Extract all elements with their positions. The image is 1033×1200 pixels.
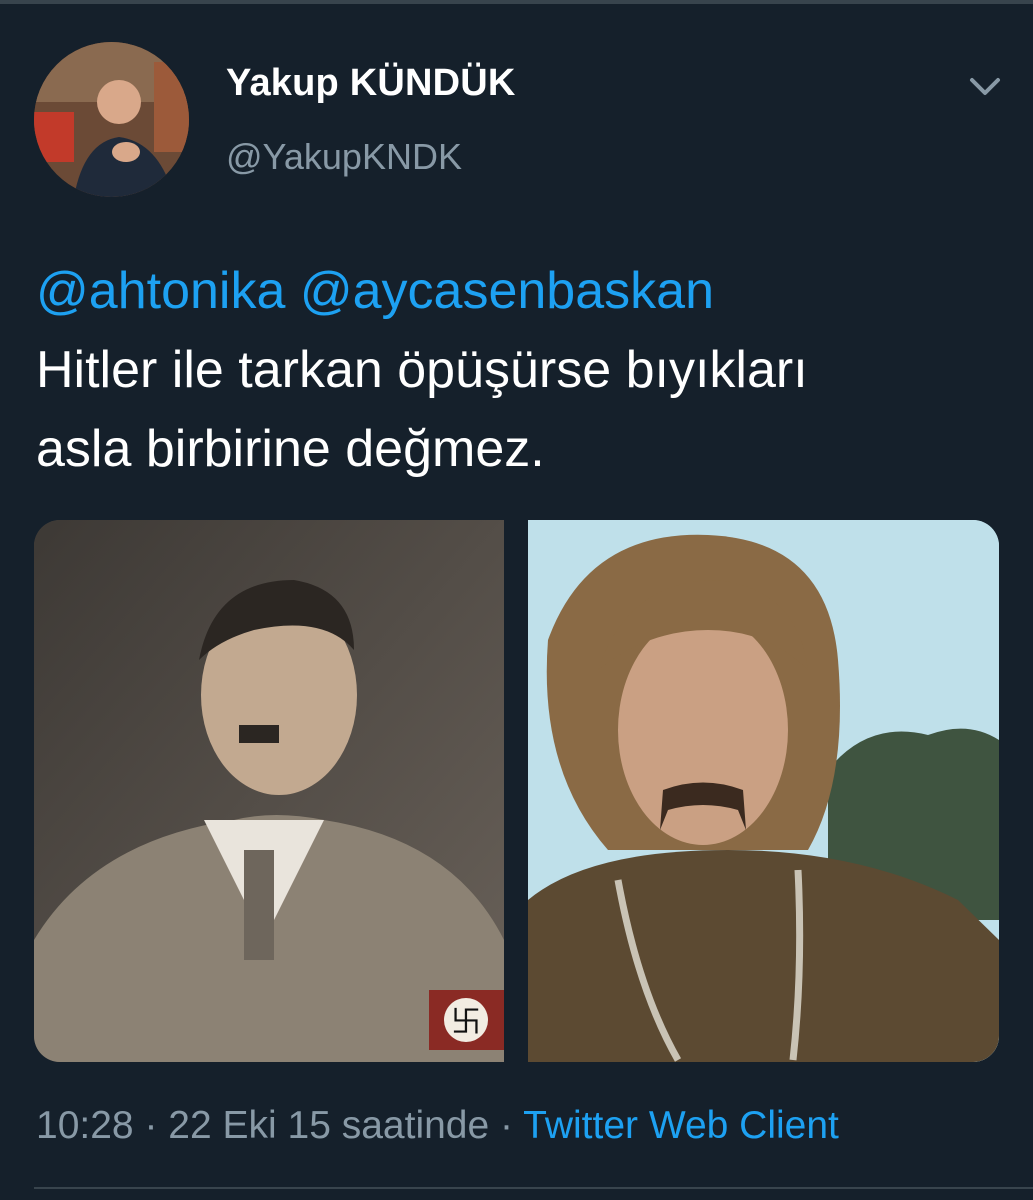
tweet-date: 22 Eki 15 saatinde [168, 1104, 490, 1147]
svg-text:卐: 卐 [451, 1005, 481, 1040]
tweet-time: 10:28 [36, 1104, 134, 1147]
author-display-name[interactable]: Yakup KÜNDÜK [226, 62, 516, 105]
bottom-divider [34, 1187, 1033, 1189]
tweet: Yakup KÜNDÜK @YakupKNDK @ahtonika @aycas… [0, 0, 1033, 1200]
tweet-body-line: Hitler ile tarkan öpüşürse bıyıkları [36, 341, 808, 399]
meta-separator: · [133, 1104, 169, 1147]
media-grid: 卐 [34, 520, 999, 1062]
mention-link[interactable]: @aycasenbaskan [300, 262, 714, 320]
tweet-meta: 10:28 · 22 Eki 15 saatinde · Twitter Web… [36, 1104, 839, 1148]
tweet-body-line: asla birbirine değmez. [36, 420, 545, 478]
media-photo-right[interactable] [528, 520, 999, 1062]
source-link[interactable]: Twitter Web Client [523, 1104, 839, 1147]
author-handle[interactable]: @YakupKNDK [226, 136, 462, 178]
avatar-photo [34, 42, 189, 197]
mention-link[interactable]: @ahtonika [36, 262, 285, 320]
meta-separator: · [489, 1104, 524, 1147]
tweet-text: @ahtonika @aycasenbaskan Hitler ile tark… [36, 252, 996, 489]
chevron-down-icon[interactable] [966, 72, 1004, 100]
media-photo-left[interactable]: 卐 [34, 520, 504, 1062]
avatar[interactable] [34, 42, 189, 197]
mentions-line: @ahtonika @aycasenbaskan [36, 252, 996, 331]
